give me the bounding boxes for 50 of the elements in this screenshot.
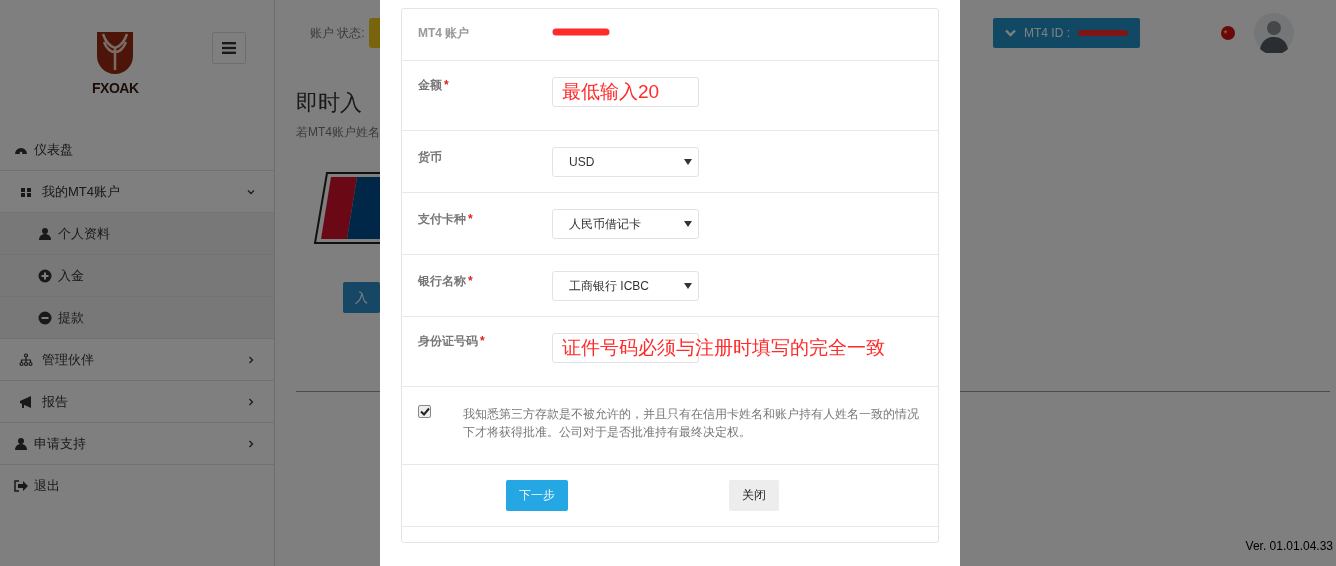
next-button[interactable]: 下一步 (506, 480, 568, 511)
field-label: 金额 * (418, 77, 450, 94)
page-title: 即时入 (296, 89, 362, 117)
menu-item[interactable]: 管理伙伴 (0, 338, 274, 380)
select-field[interactable]: USD (552, 147, 699, 177)
caret-icon (684, 159, 692, 165)
flag-icon[interactable] (1221, 26, 1235, 40)
menu-item[interactable]: 申请支持 (0, 422, 274, 464)
chevron-icon (1005, 29, 1016, 37)
menu-icon (38, 310, 52, 325)
avatar[interactable] (1254, 13, 1294, 53)
menu-icon (221, 42, 236, 54)
submenu-item[interactable]: 入金 (0, 254, 274, 296)
status-label: 账户 状态: (310, 24, 365, 42)
logo-icon (95, 30, 136, 76)
mt4-id-button[interactable]: MT4 ID : (993, 18, 1140, 48)
logo-text: FXOAK (92, 80, 139, 96)
input-field[interactable]: 最低输入20 (552, 77, 699, 107)
field-label: MT4 账户 (418, 25, 471, 42)
menu-icon (14, 478, 28, 493)
caret-icon (684, 221, 692, 227)
chevron-icon (247, 439, 255, 448)
menu-icon (19, 352, 33, 367)
close-button[interactable]: 关闭 (729, 480, 779, 511)
menu-item[interactable]: 报告 (0, 380, 274, 422)
field-label: 身份证号码 * (418, 333, 486, 350)
deposit-button[interactable]: 入 (343, 282, 380, 313)
submenu-item[interactable]: 提款 (0, 296, 274, 338)
field-label: 支付卡种 * (418, 211, 474, 228)
menu-icon (38, 268, 52, 283)
agreement-text: 我知悉第三方存款是不被允许的，并且只有在信用卡姓名和账户持有人姓名一致的情况下才将获得批准。公司对于是否批准持有最终决定权。 (463, 406, 920, 441)
field-label: 银行名称 * (418, 273, 474, 290)
field-label: 货币 (418, 149, 443, 166)
chevron-icon (247, 187, 255, 196)
menu-icon (38, 226, 52, 241)
menu-item[interactable]: 仪表盘 (0, 130, 274, 170)
menu-icon (19, 394, 33, 409)
submenu-item[interactable]: 个人资料 (0, 212, 274, 254)
menu-button[interactable] (211, 32, 246, 64)
menu-icon (14, 436, 28, 451)
version-label: Ver. 01.01.04.33 (1245, 539, 1333, 553)
chevron-icon (247, 397, 255, 406)
page-subtitle: 若MT4账户姓名 (296, 124, 380, 141)
select-field[interactable]: 人民币借记卡 (552, 209, 699, 239)
select-field[interactable]: 工商银行 ICBC (552, 271, 699, 301)
chevron-icon (247, 355, 255, 364)
caret-icon (684, 283, 692, 289)
input-field[interactable]: 证件号码必须与注册时填写的完全一致 (552, 333, 885, 363)
menu-item[interactable]: 退出 (0, 464, 274, 506)
agree-checkbox[interactable] (418, 405, 431, 418)
